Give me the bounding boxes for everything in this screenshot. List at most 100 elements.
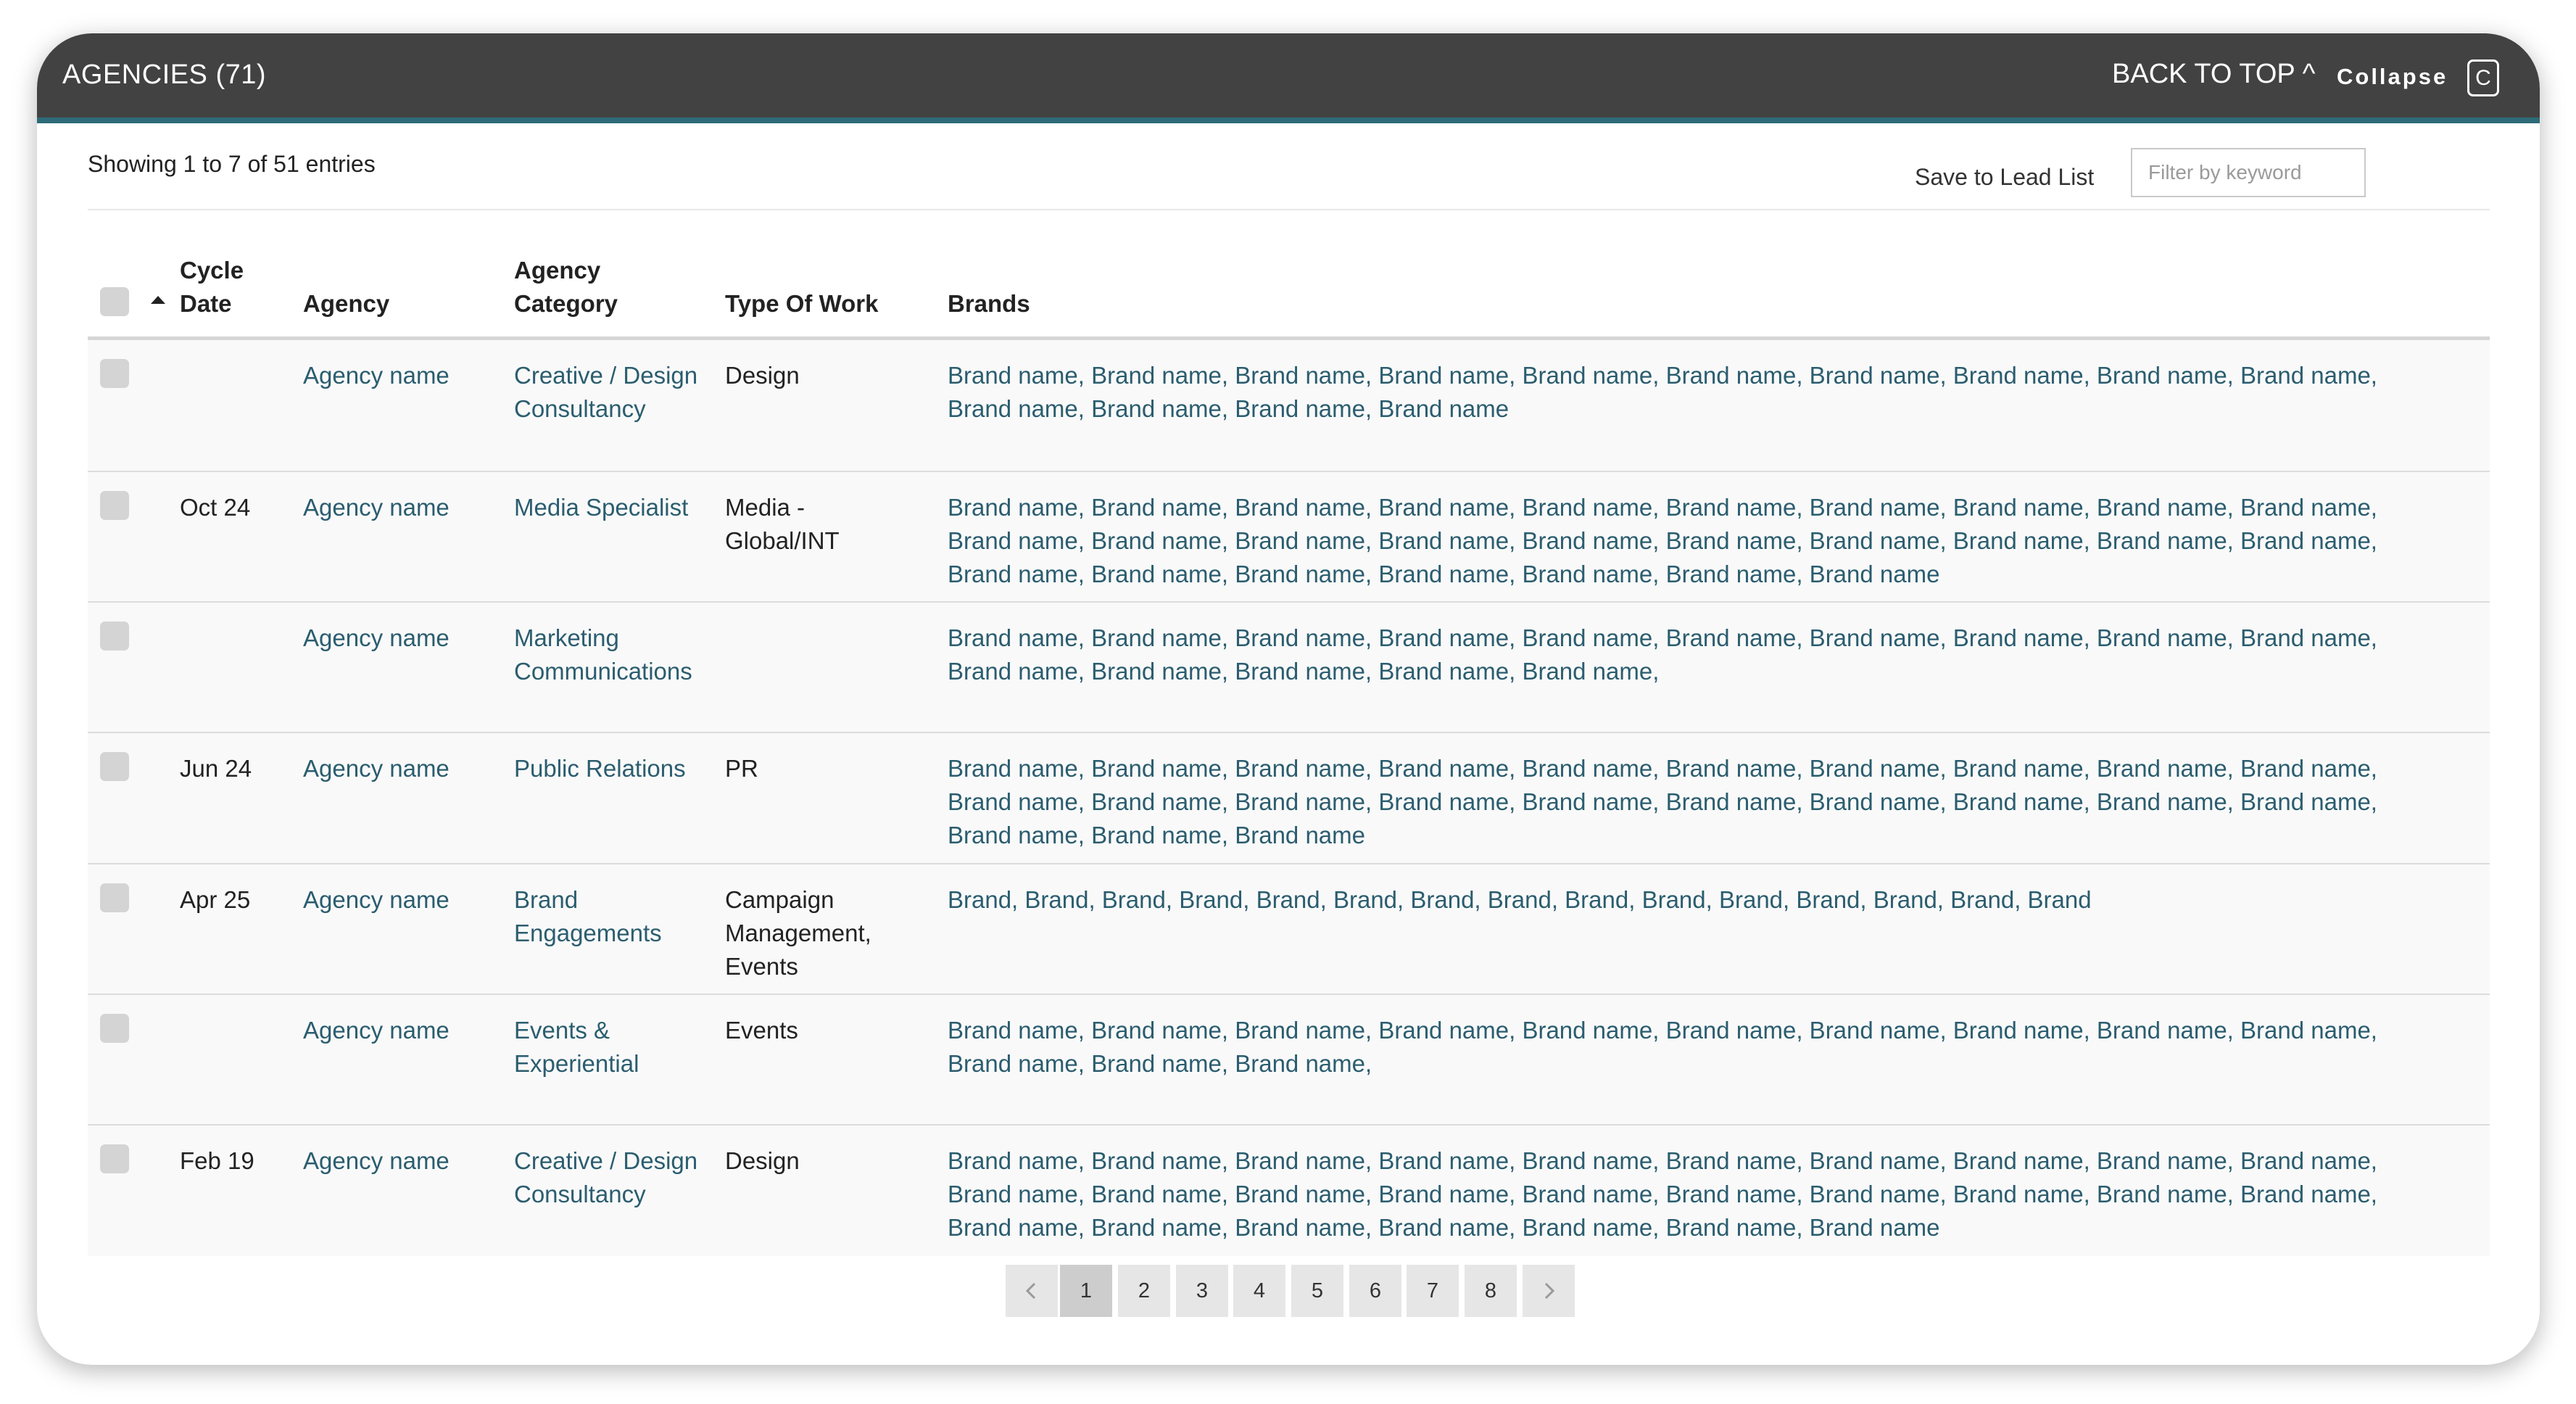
type-of-work: Campaign Management, Events (725, 883, 935, 983)
type-of-work-line: Management, (725, 920, 871, 946)
column-header-agency-category-line2: Category (514, 290, 618, 317)
column-header-cycle-date[interactable]: Cycle Date (180, 254, 244, 321)
select-all-checkbox[interactable] (100, 287, 129, 316)
brands-line: Brand name, Brand name, Brand name (948, 822, 1366, 848)
agency-category: Events & Experiential (514, 1014, 717, 1081)
brands-line: Brand name, Brand name, Brand name, Bran… (948, 755, 2377, 782)
agency-category-line: Consultancy (514, 395, 646, 422)
column-header-agency[interactable]: Agency (303, 287, 389, 321)
brands-list: Brand name, Brand name, Brand name, Bran… (948, 752, 2405, 852)
agency-category: Public Relations (514, 752, 717, 785)
cycle-date: Feb 19 (180, 1147, 254, 1174)
agency-category: Brand Engagements (514, 883, 717, 950)
agency-name-link[interactable]: Agency name (303, 491, 506, 524)
page-button-5[interactable]: 5 (1291, 1265, 1343, 1317)
brands-line: Brand name, Brand name, Brand name, Bran… (948, 494, 2377, 521)
column-header-agency-category[interactable]: Agency Category (514, 254, 618, 321)
brands-list: Brand name, Brand name, Brand name, Bran… (948, 491, 2405, 591)
agency-name-link[interactable]: Agency name (303, 622, 506, 655)
agency-name-link[interactable]: Agency name (303, 752, 506, 785)
column-header-brands[interactable]: Brands (948, 287, 1030, 321)
type-of-work-line: Events (725, 1017, 798, 1044)
collapse-button[interactable]: Collapse (2337, 64, 2448, 90)
row-checkbox[interactable] (100, 752, 129, 781)
agency-category: Media Specialist (514, 491, 717, 524)
agency-category-line: Marketing (514, 624, 619, 651)
agency-category-line: Creative / Design (514, 1147, 698, 1174)
column-header-cycle-date-line2: Date (180, 290, 232, 317)
chevron-right-icon (1544, 1282, 1555, 1300)
panel-header: AGENCIES (71) BACK TO TOP ^ Collapse C (37, 33, 2540, 123)
page-button-4[interactable]: 4 (1233, 1265, 1285, 1317)
chevron-left-icon (1025, 1282, 1036, 1300)
panel-title: AGENCIES (71) (62, 59, 267, 90)
type-of-work-line: PR (725, 755, 758, 782)
brands-line: Brand name, Brand name, Brand name, (948, 1050, 1372, 1077)
agency-name-link[interactable]: Agency name (303, 1144, 506, 1178)
collapse-icon[interactable]: C (2467, 59, 2499, 96)
type-of-work-line: Events (725, 953, 798, 980)
page-button-1[interactable]: 1 (1060, 1265, 1112, 1317)
agency-category-line: Media Specialist (514, 494, 689, 521)
brands-line: Brand name, Brand name, Brand name, Bran… (948, 1214, 1940, 1241)
brands-list: Brand name, Brand name, Brand name, Bran… (948, 622, 2405, 688)
row-checkbox[interactable] (100, 359, 129, 388)
row-checkbox[interactable] (100, 883, 129, 912)
sort-ascending-icon[interactable] (151, 296, 165, 304)
agency-category-line: Engagements (514, 920, 662, 946)
brands-line: Brand name, Brand name, Brand name, Bran… (948, 362, 2377, 389)
brands-list: Brand, Brand, Brand, Brand, Brand, Brand… (948, 883, 2405, 917)
table-row: Apr 25 Agency name Brand Engagements Cam… (88, 864, 2490, 995)
brands-line: Brand name, Brand name, Brand name, Bran… (948, 788, 2377, 815)
brands-line: Brand name, Brand name, Brand name, Bran… (948, 1147, 2377, 1174)
prev-page-button[interactable] (1006, 1265, 1058, 1317)
type-of-work-line: Global/INT (725, 527, 840, 554)
brands-line: Brand name, Brand name, Brand name, Bran… (948, 561, 1940, 587)
brands-list: Brand name, Brand name, Brand name, Bran… (948, 1144, 2405, 1244)
type-of-work: Events (725, 1014, 935, 1047)
agency-name-link[interactable]: Agency name (303, 883, 506, 917)
type-of-work: Design (725, 1144, 935, 1178)
save-to-lead-list-button[interactable]: Save to Lead List (1915, 164, 2094, 191)
entries-info: Showing 1 to 7 of 51 entries (88, 151, 376, 177)
type-of-work: PR (725, 752, 935, 785)
cycle-date: Apr 25 (180, 886, 251, 913)
page-button-6[interactable]: 6 (1349, 1265, 1401, 1317)
filter-keyword-input[interactable] (2131, 148, 2366, 197)
agency-name-link[interactable]: Agency name (303, 359, 506, 392)
page-button-7[interactable]: 7 (1407, 1265, 1459, 1317)
row-checkbox[interactable] (100, 491, 129, 520)
table-row: Jun 24 Agency name Public Relations PR B… (88, 733, 2490, 864)
column-header-type-of-work[interactable]: Type Of Work (725, 287, 878, 321)
agency-name-link[interactable]: Agency name (303, 1014, 506, 1047)
brands-line: Brand name, Brand name, Brand name, Bran… (948, 624, 2377, 651)
agency-category-line: Events & (514, 1017, 610, 1044)
table-row: Agency name Events & Experiential Events… (88, 995, 2490, 1126)
agency-category-line: Brand (514, 886, 579, 913)
back-to-top-link[interactable]: BACK TO TOP ^ (2112, 59, 2315, 90)
type-of-work-line: Media - (725, 494, 805, 521)
type-of-work-line: Design (725, 362, 800, 389)
page-button-2[interactable]: 2 (1118, 1265, 1170, 1317)
row-checkbox[interactable] (100, 622, 129, 651)
next-page-button[interactable] (1523, 1265, 1575, 1317)
agency-category-line: Public Relations (514, 755, 686, 782)
row-checkbox[interactable] (100, 1144, 129, 1173)
column-header-cycle-date-line1: Cycle (180, 257, 244, 284)
table-row: Agency name Marketing Communications Bra… (88, 603, 2490, 733)
page-button-3[interactable]: 3 (1176, 1265, 1228, 1317)
agency-category-line: Creative / Design (514, 362, 698, 389)
brands-list: Brand name, Brand name, Brand name, Bran… (948, 1014, 2405, 1081)
brands-line: Brand name, Brand name, Brand name, Bran… (948, 395, 1509, 422)
type-of-work-line: Campaign (725, 886, 834, 913)
page-button-8[interactable]: 8 (1465, 1265, 1517, 1317)
row-checkbox[interactable] (100, 1014, 129, 1043)
brands-line: Brand name, Brand name, Brand name, Bran… (948, 1017, 2377, 1044)
brands-line: Brand, Brand, Brand, Brand, Brand, Brand… (948, 886, 2092, 913)
agencies-panel: AGENCIES (71) BACK TO TOP ^ Collapse C S… (37, 33, 2540, 1365)
agency-category: Marketing Communications (514, 622, 717, 688)
table-row: Feb 19 Agency name Creative / Design Con… (88, 1126, 2490, 1256)
cycle-date: Oct 24 (180, 494, 251, 521)
agency-category-line: Communications (514, 658, 692, 685)
brands-line: Brand name, Brand name, Brand name, Bran… (948, 527, 2377, 554)
